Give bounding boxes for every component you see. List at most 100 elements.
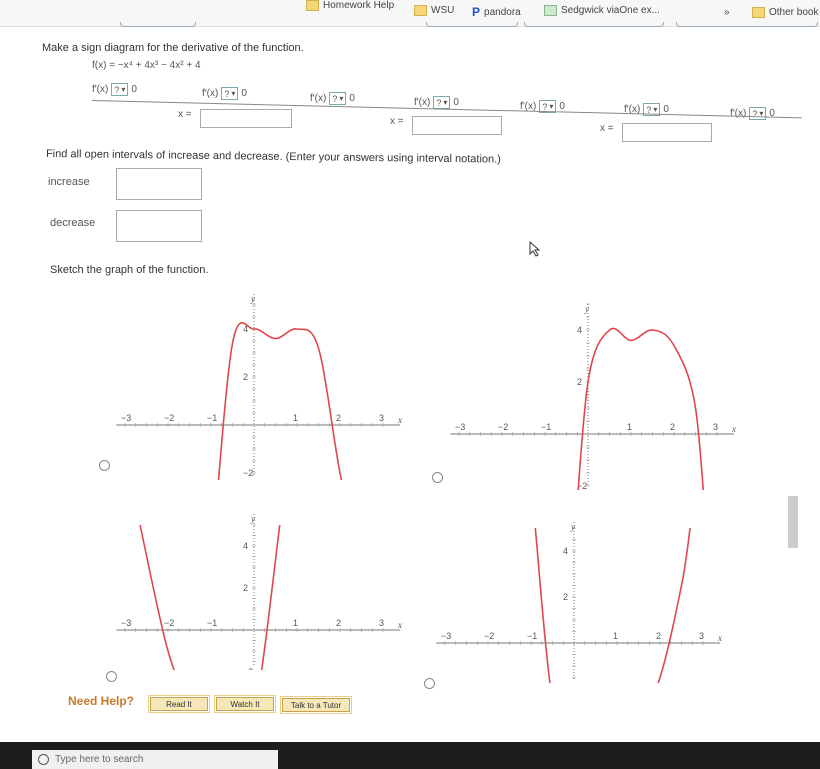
x-tick-label: 1 (627, 422, 632, 432)
critical-x-input-2[interactable] (412, 116, 502, 135)
graph-option-2-radio[interactable] (432, 472, 443, 483)
question-content: Make a sign diagram for the derivative o… (0, 26, 802, 741)
sign-select-1[interactable]: ? ▾ (111, 83, 129, 96)
x-tick-label: −2 (484, 631, 494, 641)
search-icon (38, 754, 49, 765)
x-tick-label: −2 (164, 618, 174, 628)
x-tick-label: −2 (164, 413, 174, 423)
select-value: ? (114, 84, 120, 95)
y-tick-label: −2 (243, 667, 253, 670)
bookmark-other[interactable]: Other book (752, 7, 818, 18)
bookmark-label: pandora (484, 6, 521, 18)
taskbar-search-input[interactable]: Type here to search (32, 750, 278, 769)
x-tick-label: −3 (455, 422, 465, 432)
y-axis-label: y (584, 304, 589, 314)
intervals-instruction: Find all open intervals of increase and … (45, 148, 501, 166)
x-tick-label: −1 (527, 631, 537, 641)
x-tick-label: −1 (207, 413, 217, 423)
folder-icon (306, 0, 319, 11)
chevron-down-icon: ▾ (121, 85, 126, 94)
x-tick-label: 3 (379, 618, 384, 628)
select-value: ? (542, 101, 548, 112)
search-placeholder: Type here to search (55, 754, 144, 765)
bookmark-pandora[interactable]: Ppandora (472, 5, 521, 19)
decrease-label: decrease (50, 217, 96, 229)
x-tick-label: −3 (121, 618, 131, 628)
sign-select-4[interactable]: ? ▾ (433, 96, 451, 109)
x-tick-label: −1 (207, 618, 217, 628)
increase-label: increase (48, 176, 90, 188)
bookmark-label: WSU (431, 5, 455, 16)
increase-input[interactable] (116, 168, 202, 200)
sign-cell-2: f′(x)? ▾ 0 (202, 87, 247, 100)
sign-select-2[interactable]: ? ▾ (221, 87, 239, 100)
graph-option-4: −3−2−112342−2−4xy (436, 522, 722, 683)
fprime-label: f′(x) (92, 84, 109, 95)
x-axis-label: x (397, 620, 402, 630)
critical-x-input-3[interactable] (622, 123, 712, 142)
x-tick-label: −2 (498, 422, 508, 432)
fprime-label: f′(x) (414, 97, 431, 108)
x-axis-label: x (397, 415, 402, 425)
sign-select-7[interactable]: ? ▾ (749, 107, 767, 120)
x-tick-label: −3 (441, 631, 451, 641)
zero-label: 0 (559, 101, 565, 112)
x-tick-label: −1 (541, 422, 551, 432)
function-curve (217, 322, 343, 480)
bookmark-sedgwick[interactable]: Sedgwick viaOne ex... (544, 5, 660, 16)
chevron-down-icon: ▾ (231, 89, 236, 98)
bookmark-homework-help[interactable]: Homework Help (306, 0, 394, 11)
y-tick-label: 2 (563, 592, 568, 602)
graph-option-4-radio[interactable] (424, 678, 435, 689)
sign-cell-3: f′(x)? ▾ 0 (310, 92, 355, 105)
chevrons-right-icon: » (724, 7, 730, 18)
sign-select-3[interactable]: ? ▾ (329, 92, 347, 105)
read-it-button[interactable]: Read It (148, 695, 210, 713)
x-axis-label: x (731, 424, 736, 434)
chevron-down-icon: ▾ (339, 94, 344, 103)
talk-to-tutor-button[interactable]: Talk to a Tutor (280, 696, 352, 714)
x-tick-label: 2 (656, 631, 661, 641)
chevron-down-icon: ▾ (443, 98, 448, 107)
graph-option-1-radio[interactable] (99, 460, 110, 471)
y-tick-label: 2 (243, 583, 248, 593)
x-tick-label: 1 (293, 618, 298, 628)
function-curve (139, 524, 281, 670)
watch-it-button[interactable]: Watch It (214, 695, 276, 713)
pandora-icon: P (472, 5, 481, 19)
bookmark-wsu[interactable]: WSU (414, 5, 454, 16)
zero-label: 0 (453, 97, 459, 108)
folder-icon (752, 7, 765, 18)
y-tick-label: −2 (243, 468, 253, 478)
graph-option-3-radio[interactable] (106, 671, 117, 682)
y-tick-label: 2 (577, 377, 582, 387)
sign-diagram-instruction: Make a sign diagram for the derivative o… (42, 42, 304, 54)
y-axis-label: y (250, 514, 255, 524)
x-tick-label: 3 (379, 413, 384, 423)
y-tick-label: 4 (243, 541, 248, 551)
zero-label: 0 (241, 88, 247, 99)
mouse-cursor-icon (529, 241, 541, 257)
x-axis-label: x (717, 633, 722, 643)
scrollbar-thumb[interactable] (788, 496, 798, 548)
decrease-input[interactable] (116, 210, 202, 242)
function-curve (534, 527, 691, 683)
select-value: ? (436, 97, 442, 108)
function-definition: f(x) = −x⁴ + 4x³ − 4x² + 4 (92, 60, 201, 71)
x-tick-label: 2 (336, 618, 341, 628)
chevron-down-icon: ▾ (549, 102, 554, 111)
graph-option-3: −3−2−112342−2−4xy (116, 514, 402, 670)
x-tick-label: −3 (121, 413, 131, 423)
bookmark-label: Sedgwick viaOne ex... (561, 5, 660, 16)
graph-option-1: −3−2−112342−2−4xy (116, 294, 402, 480)
bookmark-label: Homework Help (323, 0, 395, 11)
fprime-label: f′(x) (730, 108, 747, 119)
y-tick-label: 4 (563, 546, 568, 556)
need-help-label: Need Help? (68, 694, 135, 708)
x-tick-label: 1 (613, 631, 618, 641)
fprime-label: f′(x) (202, 88, 219, 99)
critical-x-input-1[interactable] (200, 109, 292, 128)
bookmarks-overflow-button[interactable]: » (724, 7, 730, 18)
bookmark-label: Other book (769, 7, 819, 18)
page-icon (544, 5, 557, 16)
